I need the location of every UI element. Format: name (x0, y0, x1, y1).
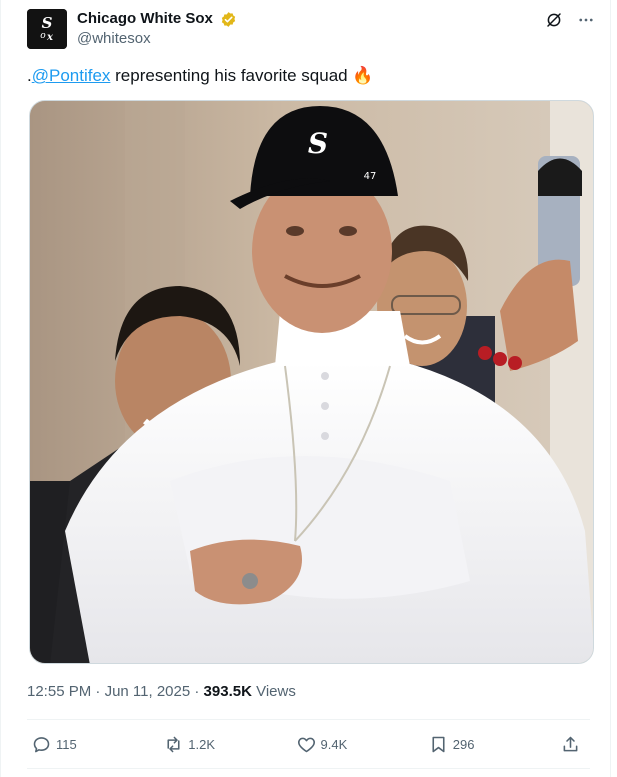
photo-pope-in-white-sox-cap: S 47 (30, 101, 593, 663)
display-name[interactable]: Chicago White Sox (77, 10, 213, 28)
like-count: 9.4K (320, 736, 348, 752)
more-options-icon[interactable] (576, 10, 596, 30)
heart-icon (297, 737, 315, 752)
meta-separator: · (91, 683, 105, 700)
action-bar: 115 1.2K 9.4K 296 (31, 731, 582, 757)
reply-count: 115 (56, 736, 77, 752)
divider-bottom (27, 768, 590, 769)
tweet-card: S x o Chicago White Sox @whitesox .@Pont… (0, 0, 611, 777)
reply-icon (33, 736, 50, 752)
repost-icon (167, 736, 180, 752)
tweet-text: .@Pontifex representing his favorite squ… (27, 64, 590, 88)
header-actions (544, 10, 596, 30)
like-button[interactable]: 9.4K (296, 734, 356, 755)
tweet-header: S x o Chicago White Sox @whitesox (27, 8, 596, 52)
tweet-time[interactable]: 12:55 PM (27, 683, 91, 700)
avatar[interactable]: S x o (27, 9, 67, 49)
repost-count: 1.2K (188, 736, 215, 752)
svg-text:o: o (40, 31, 46, 41)
tweet-photo[interactable]: S 47 (29, 100, 594, 664)
views-count: 393.5K (203, 683, 252, 700)
svg-text:x: x (46, 32, 54, 43)
white-sox-logo-icon: S x o (27, 9, 67, 49)
bookmark-button[interactable]: 296 (428, 734, 488, 755)
bookmark-count: 296 (452, 736, 475, 752)
share-button[interactable] (560, 734, 582, 755)
svg-text:S: S (42, 14, 53, 32)
fire-emoji: 🔥 (352, 66, 374, 85)
author-names: Chicago White Sox @whitesox (77, 10, 237, 49)
meta-separator-2: · (190, 683, 204, 700)
bookmark-icon (432, 736, 445, 752)
verified-badge-icon (222, 11, 236, 27)
handle[interactable]: @whitesox (77, 29, 237, 49)
views-label: Views (251, 683, 296, 700)
svg-text:S: S (308, 127, 328, 160)
grok-icon[interactable] (544, 10, 564, 30)
tweet-date[interactable]: Jun 11, 2025 (105, 683, 191, 700)
tweet-meta: 12:55 PM · Jun 11, 2025 · 393.5K Views (27, 682, 296, 702)
svg-text:47: 47 (364, 171, 377, 182)
reply-button[interactable]: 115 (31, 734, 91, 755)
mention-link[interactable]: @Pontifex (32, 66, 111, 85)
tweet-text-body: representing his favorite squad (110, 66, 353, 85)
share-icon (563, 736, 578, 751)
repost-button[interactable]: 1.2K (163, 734, 223, 755)
divider (27, 719, 590, 720)
